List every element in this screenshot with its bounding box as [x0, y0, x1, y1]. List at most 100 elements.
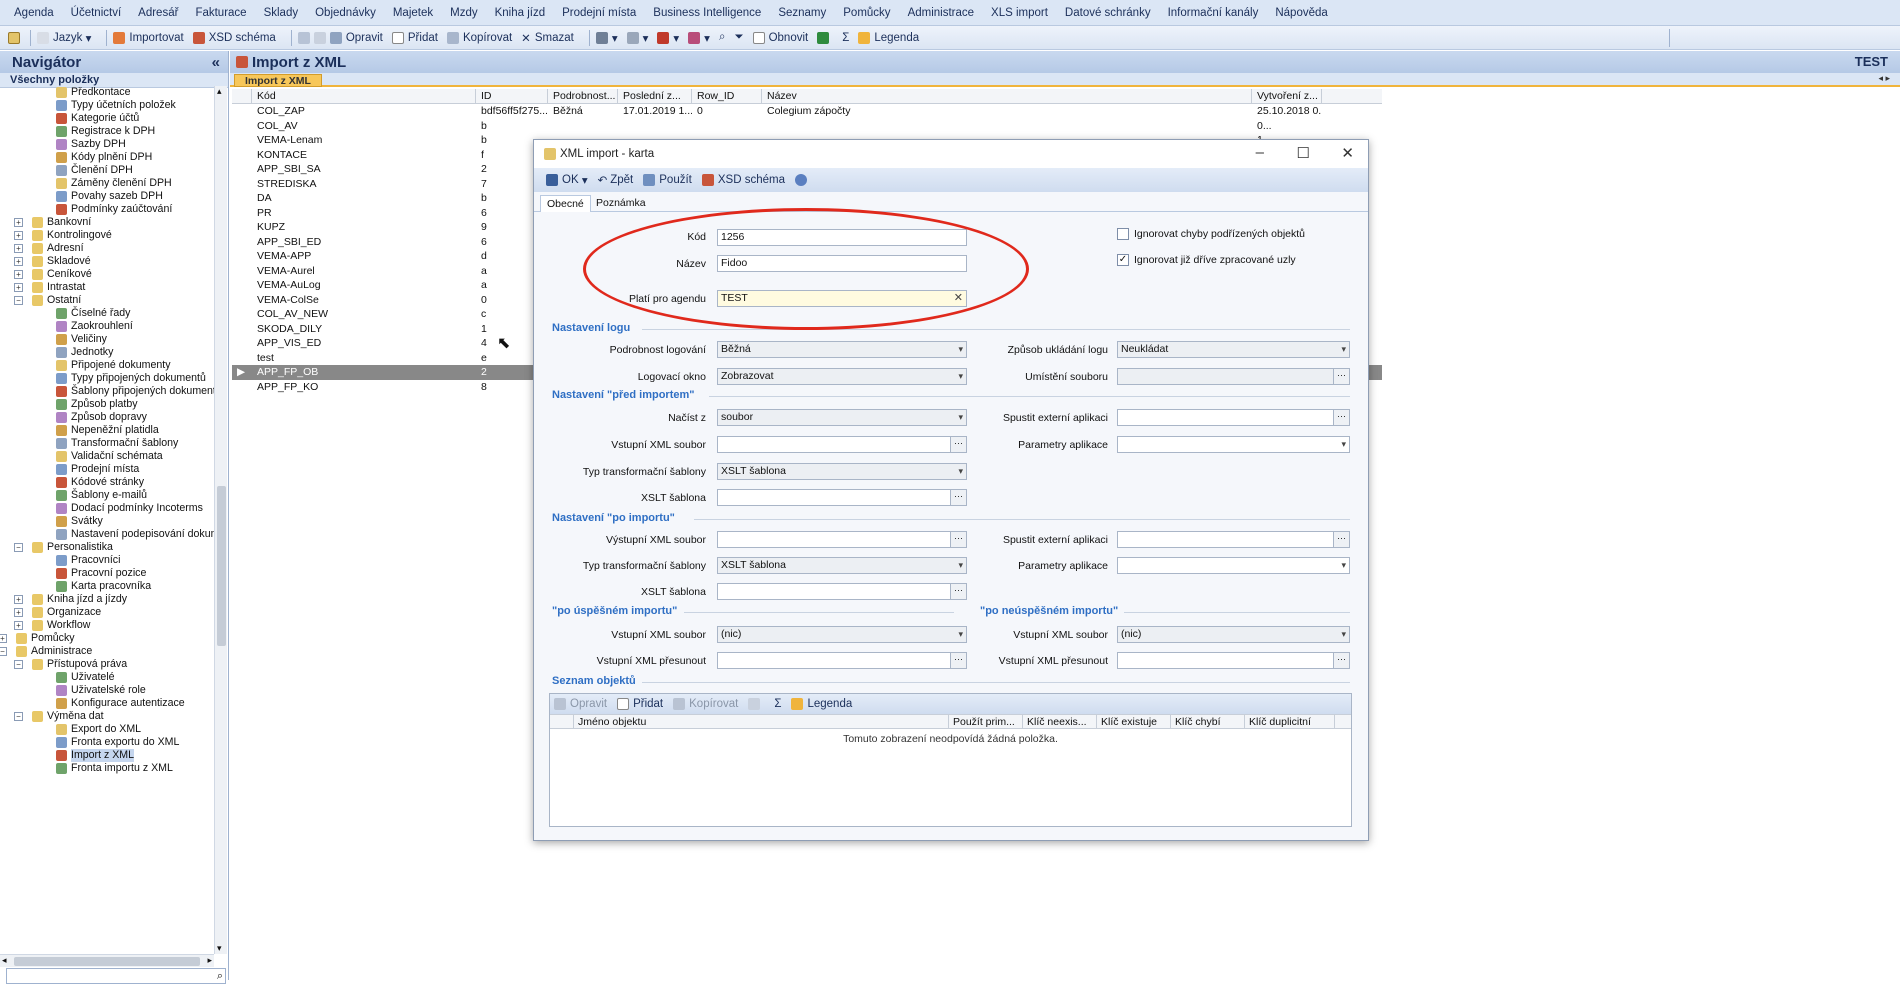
navigator-item[interactable]: + Kniha jízd a jízdy [0, 593, 214, 606]
menu-item[interactable]: Nápověda [1275, 7, 1327, 19]
navigator-item[interactable]: Export do XML [0, 723, 214, 736]
menu-item[interactable]: Účetnictví [71, 7, 122, 19]
tab-scroll-arrows[interactable]: ◂ ▸ [1878, 73, 1890, 84]
app-params-select[interactable]: ▾ [1117, 436, 1350, 453]
input-xml-input[interactable]: ··· [717, 436, 967, 453]
column-header[interactable]: Klíč neexis... [1023, 715, 1097, 728]
preview-button[interactable]: ▾ [626, 31, 648, 45]
navigator-item[interactable]: + Skladové [0, 255, 214, 268]
report-button[interactable]: ▾ [688, 31, 710, 45]
collapse-icon[interactable]: − [0, 647, 7, 656]
navigator-item[interactable]: Transformační šablony [0, 437, 214, 450]
browse-button[interactable]: ··· [1333, 369, 1349, 384]
xsd-schema-button[interactable]: XSD schéma [192, 31, 276, 44]
menu-item[interactable]: Prodejní místa [562, 7, 636, 19]
browse-button[interactable]: ··· [1333, 410, 1349, 425]
menu-item[interactable]: Objednávky [315, 7, 376, 19]
column-header[interactable]: Název [762, 89, 1252, 103]
search-icon[interactable]: ⌕ [217, 970, 223, 983]
navigator-item[interactable]: Svátky [0, 515, 214, 528]
navigator-item[interactable]: Kódy plnění DPH [0, 151, 214, 164]
navigator-item[interactable]: Záměny členění DPH [0, 177, 214, 190]
delete-button[interactable]: ✕ Smazat [521, 31, 574, 45]
expand-icon[interactable]: + [14, 608, 23, 617]
menu-item[interactable]: Majetek [393, 7, 433, 19]
navigator-item[interactable]: Způsob dopravy [0, 411, 214, 424]
navigator-item[interactable]: Pracovní pozice [0, 567, 214, 580]
navigator-vertical-scrollbar[interactable]: ▴ ▾ [214, 86, 227, 954]
column-header[interactable]: Použít prim... [949, 715, 1023, 728]
collapse-icon[interactable]: − [14, 296, 23, 305]
menu-item[interactable]: Kniha jízd [495, 7, 546, 19]
book-icon[interactable] [8, 31, 20, 44]
navigator-item[interactable]: Členění DPH [0, 164, 214, 177]
browse-button[interactable]: ··· [1333, 653, 1349, 668]
navigator-item[interactable]: Fronta importu z XML [0, 762, 214, 775]
export-button[interactable]: ▾ [657, 31, 679, 45]
navigator-item[interactable]: Šablony připojených dokumentů [0, 385, 214, 398]
navigator-item[interactable]: Uživatelské role [0, 684, 214, 697]
scrollbar-thumb[interactable] [14, 957, 200, 966]
navigator-item[interactable]: Kódové stránky [0, 476, 214, 489]
expand-icon[interactable]: + [0, 634, 7, 643]
navigator-item[interactable]: Validační schémata [0, 450, 214, 463]
close-icon[interactable]: ✕ [1341, 144, 1354, 162]
navigator-item[interactable]: + Workflow [0, 619, 214, 632]
scroll-up-icon[interactable]: ▴ [217, 86, 222, 97]
grid-icon[interactable] [297, 31, 310, 44]
menu-item[interactable]: Sklady [264, 7, 299, 19]
scroll-left-icon[interactable]: ◂ [2, 955, 7, 966]
objects-add-button[interactable]: Přidat [617, 698, 663, 710]
navigator-item[interactable]: Registrace k DPH [0, 125, 214, 138]
search-button[interactable]: ⌕ [719, 31, 725, 44]
objects-delete-button[interactable] [748, 698, 764, 710]
sum-button[interactable]: Σ [842, 32, 849, 44]
back-button[interactable]: ↶ Zpět [598, 173, 634, 187]
navigator-item[interactable]: Karta pracovníka [0, 580, 214, 593]
add-button[interactable]: Přidat [391, 31, 438, 44]
objects-legend-button[interactable]: Legenda [791, 698, 852, 710]
scrollbar-thumb[interactable] [217, 486, 226, 646]
checkbox-checked[interactable]: ✓ [1117, 254, 1129, 266]
navigator-item[interactable]: − Výměna dat [0, 710, 214, 723]
output-xml-input[interactable]: ··· [717, 531, 967, 548]
excel-button[interactable] [817, 31, 833, 44]
navigator-item[interactable]: Sazby DPH [0, 138, 214, 151]
navigator-item[interactable]: Import z XML [0, 749, 214, 762]
navigator-item[interactable]: Typy účetních položek [0, 99, 214, 112]
navigator-item[interactable]: − Administrace [0, 645, 214, 658]
menu-item[interactable]: Datové schránky [1065, 7, 1151, 19]
success-input-xml-select[interactable]: (nic) ▾ [717, 626, 967, 643]
navigator-item[interactable]: Kategorie účtů [0, 112, 214, 125]
ignore-processed-nodes-checkbox[interactable]: ✓ Ignorovat již dříve zpracované uzly [1117, 254, 1296, 266]
navigator-item[interactable]: + Bankovní [0, 216, 214, 229]
navigator-item[interactable]: Předkontace [0, 86, 214, 99]
menu-item[interactable]: Fakturace [195, 7, 246, 19]
navigator-item[interactable]: Šablony e-mailů [0, 489, 214, 502]
menu-item[interactable]: XLS import [991, 7, 1048, 19]
table-row[interactable]: COL_ZAP bdf56ff5f275... Běžná 17.01.2019… [232, 104, 1382, 119]
collapse-icon[interactable]: − [14, 543, 23, 552]
column-header[interactable]: Klíč existuje [1097, 715, 1171, 728]
xslt-after-input[interactable]: ··· [717, 583, 967, 600]
navigator-item[interactable]: Připojené dokumenty [0, 359, 214, 372]
browse-button[interactable]: ··· [950, 490, 966, 505]
menu-item[interactable]: Seznamy [778, 7, 826, 19]
log-window-select[interactable]: Zobrazovat ▾ [717, 368, 967, 385]
tab-import-z-xml[interactable]: Import z XML [234, 74, 322, 87]
column-header[interactable]: ID [476, 89, 548, 103]
file-location-input[interactable]: ··· [1117, 368, 1350, 385]
maximize-icon[interactable]: ☐ [1297, 144, 1310, 162]
navigator-item[interactable]: − Přístupová práva [0, 658, 214, 671]
apply-button[interactable]: Použít [643, 174, 692, 186]
objects-copy-button[interactable]: Kopírovat [673, 698, 738, 710]
objects-edit-button[interactable]: Opravit [554, 698, 607, 710]
column-header[interactable]: Poslední z... [618, 89, 692, 103]
column-header[interactable]: Row_ID [692, 89, 762, 103]
legend-button[interactable]: Legenda [858, 31, 919, 44]
navigator-item[interactable]: + Adresní [0, 242, 214, 255]
app-params-after-select[interactable]: ▾ [1117, 557, 1350, 574]
scroll-right-icon[interactable]: ▸ [207, 955, 212, 966]
column-header[interactable]: Jméno objektu [574, 715, 949, 728]
column-header[interactable]: Klíč duplicitní [1245, 715, 1335, 728]
